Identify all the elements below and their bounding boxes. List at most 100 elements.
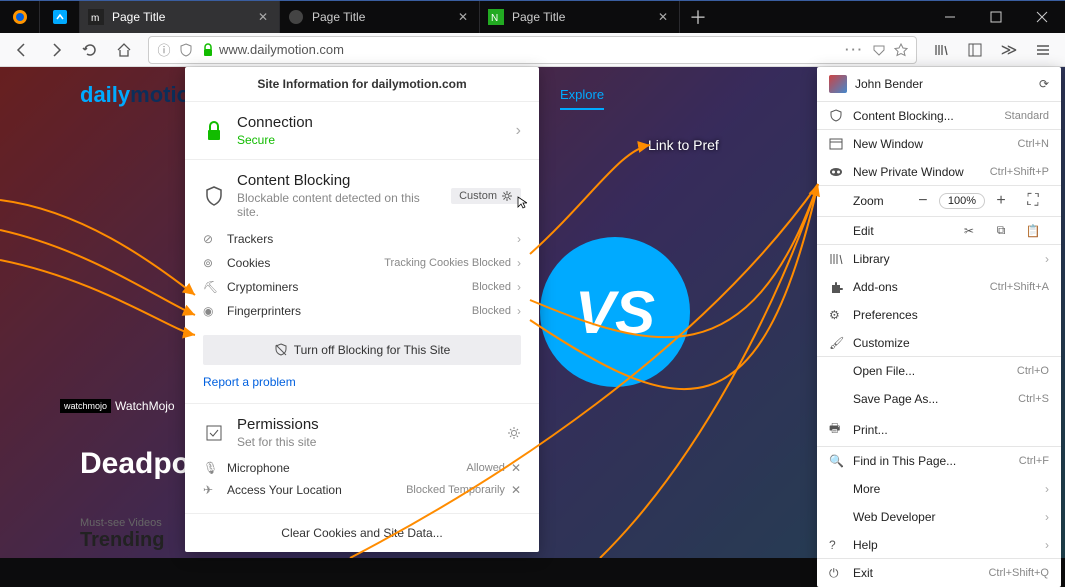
chevron-right-icon: › [1045,538,1049,552]
blocking-item-cryptominers[interactable]: ⛏ Cryptominers Blocked › [203,275,521,299]
lock-icon [203,120,225,142]
pinned-tab-firefox[interactable] [0,1,40,33]
tab-2[interactable]: Page Title ✕ [280,1,480,33]
report-problem-link[interactable]: Report a problem [203,369,521,391]
gear-icon[interactable] [507,426,521,440]
menu-save-page[interactable]: Save Page As... Ctrl+S [817,385,1061,413]
power-icon: ⏻ [829,566,853,581]
paste-icon[interactable]: 📋 [1017,224,1049,238]
window-icon [829,137,853,151]
toolbar: ⓘ www.dailymotion.com ··· ≫ [0,33,1065,67]
page-actions-icon[interactable]: ··· [841,42,868,57]
close-tab-icon[interactable]: ✕ [255,9,271,25]
cursor-icon [517,196,527,210]
menu-open-file[interactable]: Open File... Ctrl+O [817,357,1061,385]
chevron-right-icon: › [1045,252,1049,266]
cut-icon[interactable]: ✂ [953,224,985,238]
window-maximize-icon[interactable] [973,1,1019,33]
menu-library[interactable]: Library › [817,245,1061,273]
menu-edit-row: Edit ✂ ⧉ 📋 [817,217,1061,245]
permissions-icon [203,424,225,442]
tab-label: Page Title [112,10,247,24]
url-bar[interactable]: ⓘ www.dailymotion.com ··· [148,36,917,64]
reload-button[interactable] [74,35,106,65]
blocking-item-fingerprinters[interactable]: ◉ Fingerprinters Blocked › [203,299,521,323]
tab-label: Page Title [312,10,447,24]
tab-label: Page Title [512,10,647,24]
new-tab-button[interactable]: ＋ [680,1,716,33]
titlebar: m Page Title ✕ Page Title ✕ N Page Title… [0,0,1065,33]
microphone-icon: 🎙 [203,461,227,475]
annotation-link-to-pref: Link to Pref [648,137,719,153]
tracking-shield-icon[interactable] [175,43,197,57]
blocking-item-cookies[interactable]: ⊚ Cookies Tracking Cookies Blocked › [203,251,521,275]
paint-icon: 🖌 [829,336,853,350]
menu-help[interactable]: ? Help › [817,531,1061,559]
close-tab-icon[interactable]: ✕ [455,9,471,25]
menu-more[interactable]: More › [817,475,1061,503]
tab-3[interactable]: N Page Title ✕ [480,1,680,33]
menu-user-row[interactable]: John Bender ⟳ [817,67,1061,102]
menu-exit[interactable]: ⏻ Exit Ctrl+Shift+Q [817,559,1061,587]
fullscreen-icon[interactable]: ⛶ [1017,192,1049,210]
permissions-sub: Set for this site [237,435,495,449]
connection-status: Secure [237,133,504,147]
menu-print[interactable]: 🖶 Print... [817,413,1061,447]
tab-active[interactable]: m Page Title ✕ [80,1,280,33]
clear-cookies-button[interactable]: Clear Cookies and Site Data... [185,514,539,552]
zoom-out-button[interactable]: − [907,192,939,210]
connection-title: Connection [237,114,504,131]
connection-row[interactable]: Connection Secure › [203,114,521,147]
sync-refresh-icon[interactable]: ⟳ [1039,77,1049,91]
window-minimize-icon[interactable] [927,1,973,33]
back-button[interactable] [6,35,38,65]
cryptominers-icon: ⛏ [203,280,227,294]
pinned-tab-app[interactable] [40,1,80,33]
menu-find[interactable]: 🔍 Find in This Page... Ctrl+F [817,447,1061,475]
menu-addons[interactable]: Add-ons Ctrl+Shift+A [817,273,1061,301]
avatar [829,75,847,93]
trending-section: Must-see Videos Trending [80,517,164,552]
clear-permission-icon[interactable]: ✕ [505,483,521,497]
library-icon[interactable] [925,35,957,65]
clear-permission-icon[interactable]: ✕ [505,461,521,475]
window-close-icon[interactable] [1019,1,1065,33]
overflow-icon[interactable]: ≫ [993,35,1025,65]
zoom-in-button[interactable]: + [985,192,1017,210]
blocking-item-trackers[interactable]: ⊘ Trackers › [203,227,521,251]
bookmark-star-icon[interactable] [890,43,912,57]
chevron-right-icon: › [1045,510,1049,524]
puzzle-icon [829,280,853,294]
menu-preferences[interactable]: ⚙ Preferences [817,301,1061,329]
sidebar-icon[interactable] [959,35,991,65]
close-tab-icon[interactable]: ✕ [655,9,671,25]
site-info-panel: Site Information for dailymotion.com Con… [185,67,539,552]
nav-explore[interactable]: Explore [560,87,604,110]
location-icon: ✈ [203,483,227,497]
content-blocking-mode-badge[interactable]: Custom [451,188,521,204]
menu-content-blocking[interactable]: Content Blocking... Standard [817,102,1061,130]
menu-new-private-window[interactable]: New Private Window Ctrl+Shift+P [817,158,1061,186]
shield-icon [203,185,225,207]
permissions-title: Permissions [237,416,495,433]
toggle-blocking-button[interactable]: Turn off Blocking for This Site [203,335,521,365]
channel-badge[interactable]: watchmojoWatchMojo [60,399,175,413]
chevron-right-icon: › [1045,482,1049,496]
copy-icon[interactable]: ⧉ [985,223,1017,238]
menu-web-developer[interactable]: Web Developer › [817,503,1061,531]
menu-customize[interactable]: 🖌 Customize [817,329,1061,357]
app-menu: John Bender ⟳ Content Blocking... Standa… [817,67,1061,587]
chevron-right-icon: › [517,280,521,294]
forward-button[interactable] [40,35,72,65]
gear-icon [501,190,513,202]
menu-new-window[interactable]: New Window Ctrl+N [817,130,1061,158]
hamburger-menu-button[interactable] [1027,35,1059,65]
home-button[interactable] [108,35,140,65]
svg-text:N: N [491,13,498,24]
site-info-icon[interactable]: ⓘ [153,40,175,59]
pocket-icon[interactable] [868,43,890,57]
chevron-right-icon: › [517,256,521,270]
content-blocking-sub: Blockable content detected on this site. [237,191,439,219]
lock-icon [197,43,219,57]
help-icon: ? [829,538,853,552]
